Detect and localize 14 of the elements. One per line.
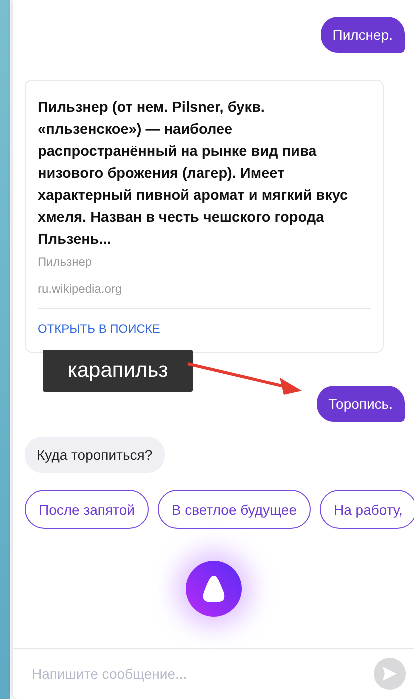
card-title: Пильзнер bbox=[38, 255, 94, 269]
open-search-link[interactable]: ОТКРЫТЬ В ПОИСКЕ bbox=[38, 322, 160, 336]
user-message: Пилснер. bbox=[320, 17, 405, 53]
assistant-message: Куда торопиться? bbox=[25, 437, 165, 473]
card-source: ru.wikipedia.org bbox=[38, 282, 371, 309]
triangle-icon bbox=[200, 575, 226, 603]
annotation-label: карапильз bbox=[43, 350, 193, 392]
message-input[interactable]: Напишите сообщение... bbox=[30, 665, 374, 683]
suggestion-chip[interactable]: В светлое будущее bbox=[158, 490, 311, 529]
suggestion-chip[interactable]: На работу, bbox=[320, 490, 414, 529]
send-icon bbox=[382, 666, 398, 682]
user-message: Торопись. bbox=[316, 386, 405, 422]
card-text: Пильзнер (от нем. Pilsner, букв. «пльзенское») — наиболее распространённый на рынке вид пива низового брожения (лагер). Имеет характерный пивной аромат и мягкий вкус хмеля. Назван в честь чешского города Пльзень... bbox=[38, 99, 350, 250]
suggestion-chip[interactable]: После запятой bbox=[25, 490, 149, 529]
